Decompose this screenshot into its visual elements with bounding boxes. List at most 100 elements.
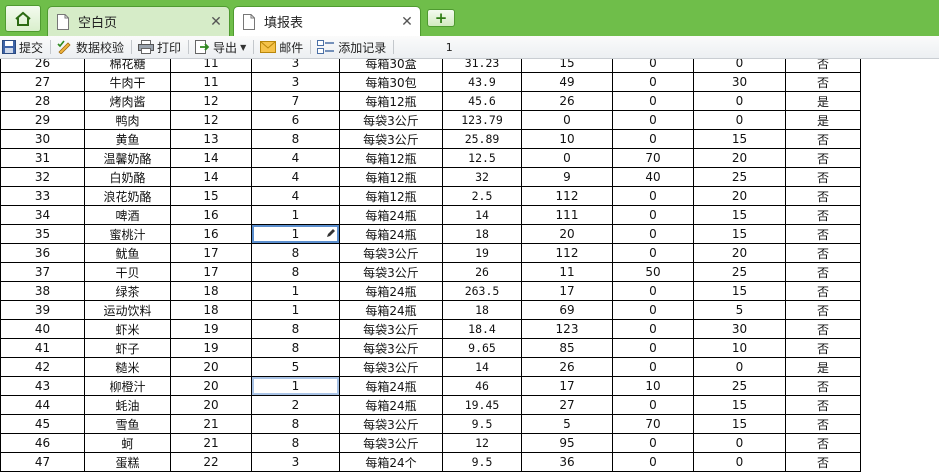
cell-reorder_level[interactable]: 5 — [693, 300, 786, 320]
cell-id[interactable]: 29 — [0, 110, 85, 130]
cell-supplier_id[interactable]: 21 — [170, 414, 252, 434]
cell-reorder_level[interactable]: 30 — [693, 72, 786, 92]
cell-id[interactable]: 32 — [0, 167, 85, 187]
cell-supplier_id[interactable]: 12 — [170, 91, 252, 111]
cell-unit[interactable]: 每箱12瓶 — [339, 186, 443, 206]
cell-discontinued[interactable]: 否 — [785, 433, 861, 453]
cell-id[interactable]: 36 — [0, 243, 85, 263]
cell-on_order[interactable]: 70 — [612, 148, 694, 168]
cell-supplier_id[interactable]: 20 — [170, 395, 252, 415]
cell-on_order[interactable]: 0 — [612, 243, 694, 263]
cell-id[interactable]: 38 — [0, 281, 85, 301]
cell-reorder_level[interactable]: 15 — [693, 395, 786, 415]
cell-reorder_level[interactable]: 30 — [693, 319, 786, 339]
cell-category_id[interactable]: 7 — [251, 91, 340, 111]
cell-price[interactable]: 14 — [442, 357, 522, 377]
cell-on_order[interactable]: 0 — [612, 129, 694, 149]
cell-reorder_level[interactable]: 15 — [693, 281, 786, 301]
cell-id[interactable]: 35 — [0, 224, 85, 244]
cell-discontinued[interactable]: 否 — [785, 395, 861, 415]
cell-supplier_id[interactable]: 20 — [170, 357, 252, 377]
cell-reorder_level[interactable]: 20 — [693, 148, 786, 168]
cell-category_id[interactable]: 6 — [251, 110, 340, 130]
cell-price[interactable]: 9.5 — [442, 414, 522, 434]
cell-unit[interactable]: 每袋3公斤 — [339, 243, 443, 263]
cell-discontinued[interactable]: 否 — [785, 414, 861, 434]
cell-on_order[interactable]: 0 — [612, 91, 694, 111]
cell-name[interactable]: 虾子 — [84, 338, 171, 358]
cell-reorder_level[interactable]: 10 — [693, 338, 786, 358]
cell-name[interactable]: 鸭肉 — [84, 110, 171, 130]
cell-stock[interactable]: 20 — [521, 224, 613, 244]
cell-price[interactable]: 43.9 — [442, 72, 522, 92]
add-record-button[interactable]: 添加记录 — [315, 37, 389, 58]
cell-stock[interactable]: 36 — [521, 452, 613, 472]
cell-stock[interactable]: 11 — [521, 262, 613, 282]
cell-on_order[interactable]: 0 — [612, 224, 694, 244]
cell-name[interactable]: 鱿鱼 — [84, 243, 171, 263]
cell-reorder_level[interactable]: 0 — [693, 110, 786, 130]
cell-category_id[interactable]: 8 — [251, 414, 340, 434]
cell-stock[interactable]: 85 — [521, 338, 613, 358]
cell-stock[interactable]: 17 — [521, 376, 613, 396]
cell-discontinued[interactable]: 否 — [785, 205, 861, 225]
cell-stock[interactable]: 95 — [521, 433, 613, 453]
cell-id[interactable]: 28 — [0, 91, 85, 111]
cell-id[interactable]: 43 — [0, 376, 85, 396]
cell-on_order[interactable]: 0 — [612, 300, 694, 320]
cell-category_id[interactable]: 8 — [251, 433, 340, 453]
cell-name[interactable]: 啤酒 — [84, 205, 171, 225]
cell-unit[interactable]: 每袋3公斤 — [339, 338, 443, 358]
cell-price[interactable]: 18 — [442, 224, 522, 244]
cell-unit[interactable]: 每箱24瓶 — [339, 205, 443, 225]
cell-price[interactable]: 9.65 — [442, 338, 522, 358]
cell-price[interactable]: 45.6 — [442, 91, 522, 111]
cell-category_id[interactable]: 1 — [251, 205, 340, 225]
cell-name[interactable]: 虾米 — [84, 319, 171, 339]
cell-discontinued[interactable]: 是 — [785, 91, 861, 111]
cell-unit[interactable]: 每箱30包 — [339, 72, 443, 92]
cell-on_order[interactable]: 0 — [612, 186, 694, 206]
cell-on_order[interactable]: 0 — [612, 205, 694, 225]
cell-supplier_id[interactable]: 15 — [170, 186, 252, 206]
cell-reorder_level[interactable]: 20 — [693, 186, 786, 206]
cell-name[interactable]: 柳橙汁 — [84, 376, 171, 396]
cell-supplier_id[interactable]: 18 — [170, 281, 252, 301]
cell-unit[interactable]: 每箱24瓶 — [339, 300, 443, 320]
cell-discontinued[interactable]: 否 — [785, 224, 861, 244]
cell-supplier_id[interactable]: 17 — [170, 243, 252, 263]
cell-discontinued[interactable]: 否 — [785, 319, 861, 339]
cell-discontinued[interactable]: 否 — [785, 262, 861, 282]
cell-supplier_id[interactable]: 22 — [170, 452, 252, 472]
mail-button[interactable]: 邮件 — [258, 37, 306, 58]
cell-id[interactable]: 27 — [0, 72, 85, 92]
cell-unit[interactable]: 每袋3公斤 — [339, 357, 443, 377]
cell-on_order[interactable]: 0 — [612, 110, 694, 130]
cell-on_order[interactable]: 70 — [612, 414, 694, 434]
cell-stock[interactable]: 26 — [521, 91, 613, 111]
cell-supplier_id[interactable]: 19 — [170, 319, 252, 339]
cell-unit[interactable]: 每袋3公斤 — [339, 262, 443, 282]
cell-price[interactable]: 18 — [442, 300, 522, 320]
cell-name[interactable]: 蚝油 — [84, 395, 171, 415]
cell-price[interactable]: 9.5 — [442, 452, 522, 472]
cell-unit[interactable]: 每袋3公斤 — [339, 433, 443, 453]
submit-button[interactable]: 提交 — [0, 37, 46, 58]
cell-id[interactable]: 40 — [0, 319, 85, 339]
cell-reorder_level[interactable]: 15 — [693, 414, 786, 434]
cell-name[interactable]: 浪花奶酪 — [84, 186, 171, 206]
cell-id[interactable]: 47 — [0, 452, 85, 472]
cell-name[interactable]: 白奶酪 — [84, 167, 171, 187]
cell-category_id[interactable]: 3 — [251, 59, 340, 73]
cell-unit[interactable]: 每箱24瓶 — [339, 224, 443, 244]
cell-name[interactable]: 干贝 — [84, 262, 171, 282]
cell-discontinued[interactable]: 否 — [785, 129, 861, 149]
cell-stock[interactable]: 112 — [521, 243, 613, 263]
cell-category_id[interactable]: 1 — [251, 300, 340, 320]
cell-on_order[interactable]: 0 — [612, 452, 694, 472]
cell-stock[interactable]: 15 — [521, 59, 613, 73]
cell-id[interactable]: 46 — [0, 433, 85, 453]
cell-discontinued[interactable]: 否 — [785, 167, 861, 187]
cell-id[interactable]: 41 — [0, 338, 85, 358]
cell-unit[interactable]: 每箱12瓶 — [339, 91, 443, 111]
